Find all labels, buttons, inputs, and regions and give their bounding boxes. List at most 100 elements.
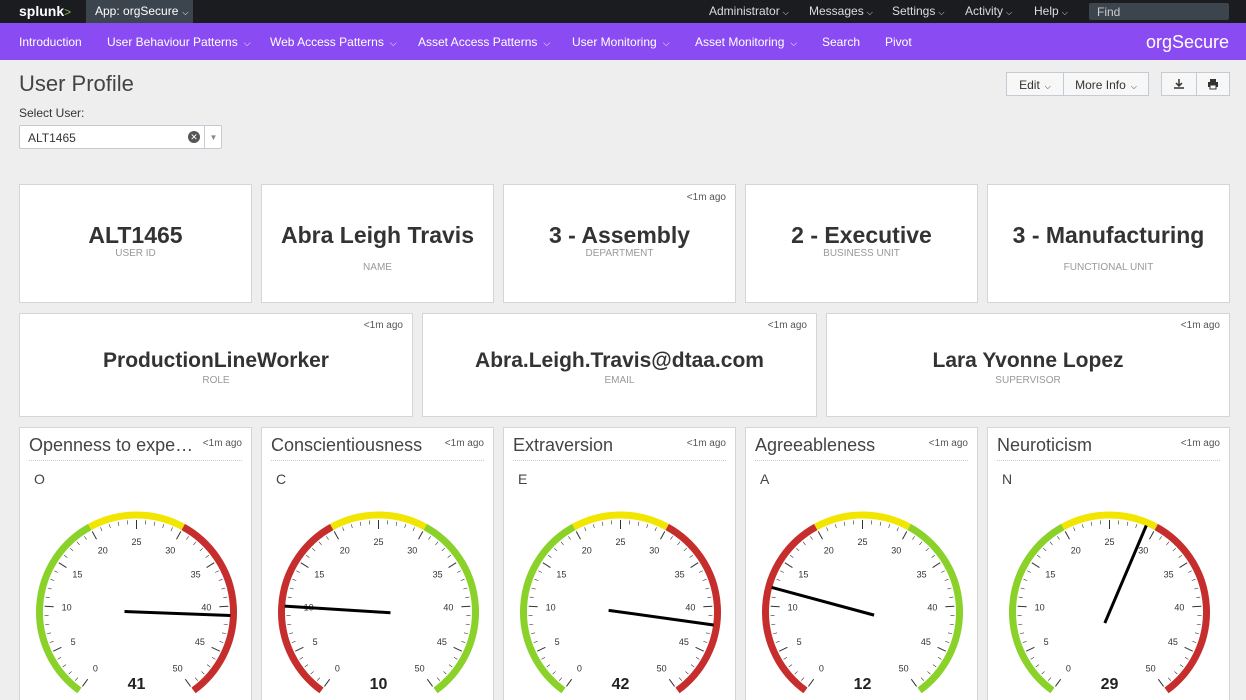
gauge-tick-label: 45 — [679, 637, 689, 647]
gauge-minor-tick — [1035, 664, 1040, 668]
gauge-tick-label: 25 — [615, 537, 625, 547]
gauge-major-tick — [1064, 531, 1070, 540]
gauge-minor-tick — [601, 521, 604, 526]
menu-help[interactable]: Help ⌵ — [1034, 4, 1068, 18]
gauge-minor-tick — [1196, 623, 1201, 625]
export-button[interactable] — [1161, 72, 1197, 96]
gauge-minor-tick — [342, 527, 345, 532]
gauge-tick-label: 25 — [857, 537, 867, 547]
app-selector[interactable]: App: orgSecure ⌵ — [86, 0, 193, 23]
gauge-panel-openness: Openness to experi... <1m ago O 0 5 10 15 20… — [19, 427, 252, 700]
gauge-tick-label: 15 — [72, 569, 82, 579]
gauge-major-tick — [1149, 531, 1155, 540]
find-input[interactable]: Find — [1089, 3, 1229, 20]
gauge-major-tick — [537, 646, 546, 652]
gauge-minor-tick — [461, 641, 466, 643]
gauge-minor-tick — [1167, 677, 1171, 681]
gauge-major-tick — [53, 646, 62, 652]
nav-pivot[interactable]: Pivot — [885, 35, 912, 49]
nav-user-behaviour-patterns[interactable]: User Behaviour Patterns ⌵ — [107, 35, 251, 49]
chevron-down-icon: ⌵ — [243, 38, 251, 48]
gauge-minor-tick — [75, 677, 79, 681]
select-user-label: Select User: — [19, 106, 85, 120]
nav-asset-access-patterns[interactable]: Asset Access Patterns ⌵ — [418, 35, 550, 49]
gauge-major-tick — [932, 562, 941, 568]
single-value-caption: FUNCTIONAL UNIT — [1063, 262, 1154, 273]
nav-introduction[interactable]: Introduction — [19, 35, 82, 49]
gauge-tick-label: 0 — [1066, 664, 1071, 674]
gauge-minor-tick — [57, 657, 62, 660]
gauge-minor-tick — [533, 641, 538, 643]
chevron-down-icon: ⌵ — [1006, 8, 1013, 17]
gauge-chart: 0510152025303540455010 — [278, 511, 479, 694]
gauge-minor-tick — [896, 527, 899, 532]
gauge-minor-tick — [206, 664, 211, 668]
gauge-minor-tick — [949, 623, 954, 625]
menu-messages[interactable]: Messages ⌵ — [809, 4, 873, 18]
gauge-minor-tick — [783, 657, 788, 660]
select-user-dropdown[interactable]: ALT1465 ✕ ▼ — [19, 125, 222, 149]
gauge-minor-tick — [310, 671, 314, 675]
gauge-value: 41 — [128, 676, 146, 693]
gauge-minor-tick — [944, 578, 949, 581]
gauge-minor-tick — [705, 632, 710, 635]
gauge-minor-tick — [531, 587, 536, 590]
gauge-major-tick — [784, 562, 793, 568]
gauge-minor-tick — [559, 677, 563, 681]
gauge-minor-tick — [707, 596, 712, 598]
gauge-minor-tick — [699, 570, 703, 573]
gauge-tick-label: 0 — [577, 664, 582, 674]
gauge-tick-label: 50 — [415, 664, 425, 674]
gauge-minor-tick — [447, 554, 452, 558]
gauge-minor-tick — [194, 677, 198, 681]
global-topbar: splunk> App: orgSecure ⌵ Administrator ⌵ M… — [0, 0, 1246, 23]
gauge-value: 29 — [1101, 676, 1119, 693]
gauge-minor-tick — [201, 671, 205, 675]
app-navbar: Introduction User Behaviour Patterns ⌵ We… — [0, 23, 1246, 60]
more-info-button[interactable]: More Info ⌵ — [1063, 72, 1149, 96]
nav-search[interactable]: Search — [822, 35, 860, 49]
print-button[interactable] — [1196, 72, 1230, 96]
gauge-major-tick — [44, 605, 54, 608]
edit-button[interactable]: Edit ⌵ — [1006, 72, 1064, 96]
menu-administrator[interactable]: Administrator ⌵ — [709, 4, 789, 18]
menu-settings[interactable]: Settings ⌵ — [892, 4, 944, 18]
clear-icon[interactable]: ✕ — [188, 131, 200, 143]
panel-department: <1m ago 3 - Assembly DEPARTMENT — [503, 184, 736, 303]
gauge-tick-label: 45 — [1168, 637, 1178, 647]
gauge-minor-tick — [678, 677, 682, 681]
gauge-minor-tick — [326, 536, 329, 540]
splunk-logo[interactable]: splunk> — [19, 3, 71, 19]
gauge-tick-label: 5 — [71, 637, 76, 647]
gauge-tick-label: 15 — [314, 569, 324, 579]
gauge-minor-tick — [100, 527, 103, 532]
gauge-tick-label: 25 — [1104, 537, 1114, 547]
gauge-minor-tick — [465, 596, 470, 598]
gauge-minor-tick — [84, 536, 87, 540]
gauge-tick-label: 5 — [1044, 637, 1049, 647]
gauge-minor-tick — [223, 623, 228, 625]
refresh-time: <1m ago — [363, 320, 403, 331]
gauge-minor-tick — [780, 570, 784, 573]
gauge-tick-label: 30 — [649, 546, 659, 556]
gauge-chart: 0 5 10 15 20 25 30 35 40 45 50 29 — [1009, 511, 1210, 694]
gauge-minor-tick — [1135, 524, 1138, 529]
gauge-minor-tick — [1194, 632, 1199, 635]
print-icon — [1208, 79, 1218, 90]
nav-web-access-patterns[interactable]: Web Access Patterns ⌵ — [270, 35, 397, 49]
gauge-major-tick — [937, 646, 946, 652]
chevron-down-icon: ⌵ — [790, 38, 798, 48]
single-value-caption: ROLE — [202, 375, 230, 386]
nav-user-monitoring[interactable]: User Monitoring ⌵ — [572, 35, 670, 49]
gauge-minor-tick — [404, 524, 407, 529]
gauge-major-tick — [82, 678, 89, 687]
gauge-major-tick — [1184, 646, 1193, 652]
gauge-minor-tick — [465, 623, 470, 625]
gauge-major-tick — [1026, 646, 1035, 652]
gauge-minor-tick — [62, 664, 67, 668]
menu-activity[interactable]: Activity ⌵ — [965, 4, 1012, 18]
gauge-minor-tick — [1073, 527, 1076, 532]
nav-asset-monitoring[interactable]: Asset Monitoring ⌵ — [695, 35, 797, 49]
dropdown-arrow-icon[interactable]: ▼ — [204, 126, 222, 148]
gauge-major-tick — [58, 562, 67, 568]
